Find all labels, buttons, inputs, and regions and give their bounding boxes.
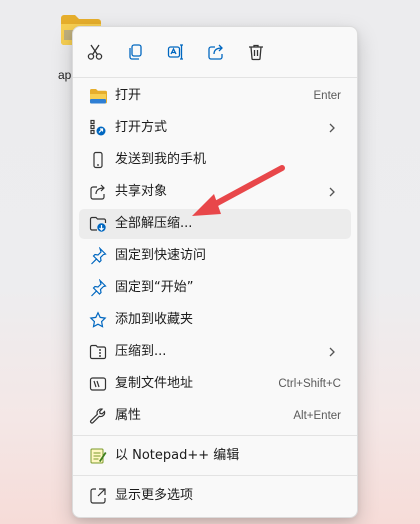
context-menu-toolbar xyxy=(73,27,357,77)
menu-item-add-favorites[interactable]: 添加到收藏夹 xyxy=(79,305,351,335)
extract-folder-icon xyxy=(89,215,107,233)
expand-icon xyxy=(89,487,107,505)
menu-item-extract-all[interactable]: 全部解压缩... xyxy=(79,209,351,239)
menu-item-pin-start[interactable]: 固定到“开始” xyxy=(79,273,351,303)
rename-button[interactable] xyxy=(162,38,190,66)
menu-item-label: 添加到收藏夹 xyxy=(115,312,194,327)
wrench-icon xyxy=(89,407,107,425)
menu-item-label: 复制文件地址 xyxy=(115,376,194,391)
cut-icon xyxy=(87,44,103,60)
copy-icon xyxy=(129,44,142,60)
chevron-right-icon xyxy=(329,187,335,197)
menu-item-label: 全部解压缩... xyxy=(115,216,193,231)
menu-item-share[interactable]: 共享对象 xyxy=(79,177,351,207)
menu-item-label: 固定到快速访问 xyxy=(115,248,207,263)
shortcut-text: Alt+Enter xyxy=(293,410,341,422)
cut-button[interactable] xyxy=(81,38,109,66)
menu-item-label: 打开 xyxy=(115,88,142,103)
delete-button[interactable] xyxy=(242,38,270,66)
divider xyxy=(73,475,357,476)
menu-item-copy-path[interactable]: 复制文件地址 Ctrl+Shift+C xyxy=(79,369,351,399)
desktop-icon-label: ap xyxy=(58,68,72,82)
share-button[interactable] xyxy=(202,38,230,66)
menu-item-compress-to[interactable]: 压缩到... xyxy=(79,337,351,367)
share-icon xyxy=(89,183,107,201)
pin-icon xyxy=(89,279,107,297)
folder-open-icon xyxy=(89,87,107,105)
delete-icon xyxy=(249,44,263,61)
menu-item-pin-quick-access[interactable]: 固定到快速访问 xyxy=(79,241,351,271)
menu-item-label: 压缩到... xyxy=(115,344,167,359)
menu-item-properties[interactable]: 属性 Alt+Enter xyxy=(79,401,351,431)
open-with-icon xyxy=(89,119,107,137)
pin-icon xyxy=(89,247,107,265)
menu-item-label: 属性 xyxy=(115,408,142,423)
menu-item-label: 发送到我的手机 xyxy=(115,152,207,167)
menu-item-send-to-phone[interactable]: 发送到我的手机 xyxy=(79,145,351,175)
phone-icon xyxy=(89,151,107,169)
menu-item-open-with[interactable]: 打开方式 xyxy=(79,113,351,143)
shortcut-text: Ctrl+Shift+C xyxy=(278,378,341,390)
menu-item-show-more-options[interactable]: 显示更多选项 xyxy=(79,481,351,511)
menu-item-label: 共享对象 xyxy=(115,184,168,199)
zip-folder-icon xyxy=(89,343,107,361)
divider xyxy=(73,77,357,78)
shortcut-text: Enter xyxy=(313,90,342,102)
menu-item-label: 打开方式 xyxy=(115,120,168,135)
share-icon xyxy=(208,44,223,60)
chevron-right-icon xyxy=(329,347,335,357)
menu-item-notepad-plus-plus[interactable]: 以 Notepad++ 编辑 xyxy=(79,441,351,471)
chevron-right-icon xyxy=(329,123,335,133)
menu-item-label: 固定到“开始” xyxy=(115,280,194,295)
copy-path-icon xyxy=(89,375,107,393)
notepad-plus-plus-icon xyxy=(89,447,107,465)
menu-item-label: 显示更多选项 xyxy=(115,488,194,503)
copy-button[interactable] xyxy=(121,38,149,66)
menu-item-open[interactable]: 打开 Enter xyxy=(79,81,351,111)
menu-item-label: 以 Notepad++ 编辑 xyxy=(115,448,240,463)
rename-icon xyxy=(167,44,183,60)
context-menu: 打开 Enter 打开方式 发送到我的手机 共享对象 全部解压缩... 固定到快… xyxy=(72,26,358,518)
divider xyxy=(73,435,357,436)
star-icon xyxy=(89,311,107,329)
